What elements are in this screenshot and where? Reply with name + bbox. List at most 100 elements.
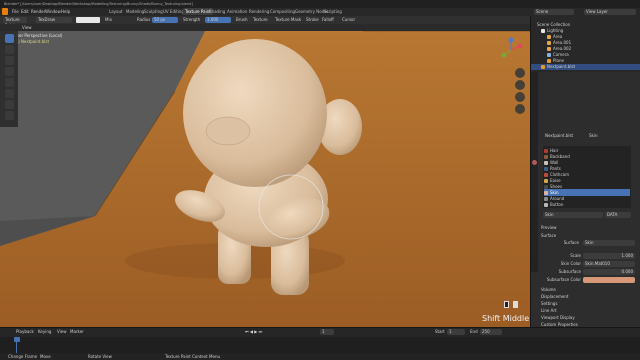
radius-field[interactable]: 50 px [152,17,178,23]
cursor-menu[interactable]: Cursor [342,17,355,23]
surface-label: Surface [563,240,579,245]
volume-section-header[interactable]: Volume [541,286,556,293]
camera-view-icon[interactable] [515,92,525,102]
field-label-skin-color: Skin Color [560,261,581,266]
material-slot-label: Button [550,202,564,207]
start-frame-value: 1 [449,329,452,334]
displacement-section-header[interactable]: Displacement [541,293,569,300]
section-label: Viewport Display [541,315,575,320]
3d-viewport[interactable]: User Perspective (Local) (1) Nextpaint.b… [0,31,530,327]
object-name: Nextpaint.blst [545,133,574,138]
clone-tool-icon[interactable] [5,67,14,76]
smear-tool-icon[interactable] [5,56,14,65]
tab-scripting[interactable]: Scripting [322,8,344,15]
annotate-tool-icon[interactable] [5,100,14,109]
menu-window[interactable]: Window [45,9,61,15]
line-art-section-header[interactable]: Line Art [541,307,557,314]
view-header [0,24,530,31]
strength-value: 1.000 [207,17,219,22]
light-icon [547,35,551,39]
mode-selector[interactable]: Texture Paint [3,17,27,28]
texture-menu[interactable]: Texture [253,17,268,23]
playhead[interactable] [14,337,20,342]
fill-tool-icon[interactable] [5,78,14,87]
start-frame-field[interactable]: 1 [447,329,465,335]
section-label: Volume [541,287,556,292]
menu-help[interactable]: Help [61,9,70,15]
marker-menu[interactable]: Marker [70,329,84,335]
menu-edit[interactable]: Edit [21,9,29,15]
field-label-scale: Scale [570,253,581,258]
mouse-middle-icon [504,301,509,308]
brush-color-swatch[interactable] [76,17,100,23]
menu-render[interactable]: Render [31,9,45,15]
scale-value: 1.000 [621,253,633,258]
playback-menu[interactable]: Playback [16,329,34,335]
view-menu-timeline[interactable]: View [57,329,67,335]
outliner-item-label: Nextpaint.blst [547,64,576,69]
material-field[interactable]: Skin [543,212,603,218]
subsurface-color-swatch[interactable] [583,277,635,283]
perspective-toggle-icon[interactable] [515,104,525,114]
current-frame-field[interactable]: 1 [320,329,334,335]
menu-file[interactable]: File [12,9,19,15]
blend-mode[interactable]: Mix [105,17,112,23]
playback-controls[interactable]: ⏮ ◀ ▶ ⏭ [245,329,295,335]
falloff-menu[interactable]: Falloff [322,17,334,23]
scene-selector[interactable]: Scene [534,9,574,15]
light-icon [547,47,551,51]
viewport-scene [0,31,530,327]
soften-tool-icon[interactable] [5,45,14,54]
outliner-item-label: Area.001 [553,40,572,45]
brush-menu[interactable]: Brush [236,17,248,23]
strength-field[interactable]: 1.000 [205,17,231,23]
mask-tool-icon[interactable] [5,89,14,98]
tab-animation[interactable]: Animation [225,8,249,15]
select-box-tool-icon[interactable] [5,111,14,120]
zoom-icon[interactable] [515,68,525,78]
outliner-item-nextpaint[interactable]: Nextpaint.blst [531,64,640,70]
view-layer-name: View Layer [586,9,608,14]
pan-hand-icon[interactable] [515,80,525,90]
tab-layout[interactable]: Layout [107,8,125,15]
field-label-subsurface: Subsurface [558,269,581,274]
camera-icon [547,53,551,57]
settings-section-header[interactable]: Settings [541,300,557,307]
view-menu[interactable]: View [22,24,32,31]
brush-name: TexDraw [38,17,55,22]
texture-mask-menu[interactable]: Texture Mask [275,17,301,23]
mouse-right-icon [513,301,518,308]
outliner-panel: Scene Collection Lighting Area Area.001 … [530,16,640,72]
preview-section-header[interactable]: Preview [541,224,557,231]
viewport-display-section-header[interactable]: Viewport Display [541,314,575,321]
brush-name-field[interactable]: TexDraw [36,17,72,23]
outliner-item-label: Camera [553,52,569,57]
subsurface-field[interactable]: 0.000 [583,269,635,275]
end-frame-field[interactable]: 250 [480,329,502,335]
surface-field[interactable]: Skin [583,240,635,246]
outliner-item-label: Area [553,34,563,39]
keying-menu[interactable]: Keying [38,329,51,335]
playhead-line [16,342,17,353]
status-mid2: Rotate View [88,354,112,359]
timeline-track[interactable] [0,337,640,353]
list-item[interactable]: Button [544,201,630,208]
skin-color-field[interactable]: Skin.Mat010 [583,261,635,267]
status-right: Texture Paint Context Menu [165,354,221,359]
radius-value: 50 px [154,17,166,22]
data-field[interactable]: DATA [605,212,631,218]
surface-section-header[interactable]: Surface [541,232,556,239]
blender-logo-icon[interactable] [2,8,8,15]
outliner-item-label: Lighting [547,28,564,33]
scale-field[interactable]: 1.000 [583,253,635,259]
stroke-menu[interactable]: Stroke [306,17,319,23]
material-slot-list: Hair Backband Wall Pants Clothcam Eaise … [543,146,631,208]
status-left: Change Frame [8,354,38,359]
navigation-gizmo[interactable] [498,37,524,63]
perspective-label: User Perspective (Local) [14,33,63,38]
view-layer-selector[interactable]: View Layer [584,9,636,15]
gizmo-axes-icon [501,37,523,58]
draw-tool-icon[interactable] [5,34,14,43]
material-tab-icon[interactable] [532,160,537,165]
surface-value: Skin [585,240,594,245]
